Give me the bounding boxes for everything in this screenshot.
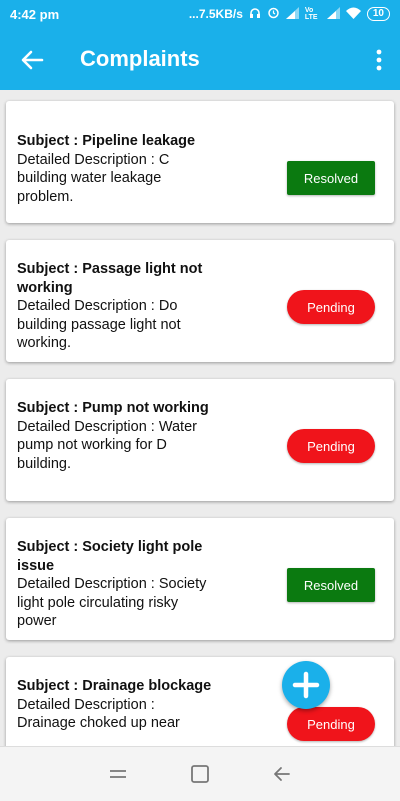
status-badge[interactable]: Resolved xyxy=(287,568,375,602)
signal-icon-2 xyxy=(326,6,340,22)
status-bar: 4:42 pm ...7.5KB/s Vo LTE 10 xyxy=(0,0,400,30)
complaint-subject: Subject : Pump not working xyxy=(17,400,209,416)
back-arrow-icon[interactable] xyxy=(18,46,46,74)
wifi-icon xyxy=(345,7,361,22)
complaint-card[interactable]: Subject : Passage light not working Deta… xyxy=(6,240,394,362)
recents-icon[interactable] xyxy=(107,763,129,785)
more-vert-icon[interactable] xyxy=(372,48,386,72)
add-icon xyxy=(292,671,320,699)
complaint-subject: Subject : Society light pole issue xyxy=(17,539,203,574)
status-icons: ...7.5KB/s Vo LTE 10 xyxy=(189,6,390,22)
complaint-description: Detailed Description : Society light pol… xyxy=(17,576,207,629)
status-time: 4:42 pm xyxy=(10,7,60,22)
complaint-description: Detailed Description : Drainage choked u… xyxy=(17,696,180,732)
network-speed: ...7.5KB/s xyxy=(188,7,243,21)
complaint-card[interactable]: Subject : Pipeline leakage Detailed Desc… xyxy=(6,101,394,223)
complaint-description: Detailed Description : C building water … xyxy=(17,151,170,205)
volte-label: Vo LTE xyxy=(304,7,318,21)
page-title: Complaints xyxy=(80,46,200,71)
signal-icon xyxy=(285,6,299,22)
home-icon[interactable] xyxy=(189,763,211,785)
status-badge[interactable]: Pending xyxy=(287,290,375,324)
nav-back-icon[interactable] xyxy=(271,763,293,785)
headset-icon xyxy=(249,7,261,22)
complaint-card[interactable]: Subject : Pump not working Detailed Desc… xyxy=(6,379,394,501)
add-complaint-button[interactable] xyxy=(282,661,330,709)
complaint-subject: Subject : Drainage blockage xyxy=(17,678,212,694)
status-badge[interactable]: Pending xyxy=(287,707,375,741)
alarm-icon xyxy=(267,6,280,22)
battery-level: 10 xyxy=(366,7,390,21)
status-badge[interactable]: Resolved xyxy=(287,161,375,195)
system-nav-bar xyxy=(0,746,400,801)
complaint-subject: Subject : Pipeline leakage xyxy=(17,133,196,149)
complaint-description: Detailed Description : Do building passa… xyxy=(17,298,181,351)
status-badge[interactable]: Pending xyxy=(287,429,375,463)
complaints-list[interactable]: Subject : Pipeline leakage Detailed Desc… xyxy=(0,90,400,746)
complaint-card[interactable]: Subject : Drainage blockage Detailed Des… xyxy=(6,657,394,746)
app-bar: Complaints xyxy=(0,30,400,90)
complaint-subject: Subject : Passage light not working xyxy=(17,261,203,296)
complaint-description: Detailed Description : Water pump not wo… xyxy=(17,418,197,472)
complaint-card[interactable]: Subject : Society light pole issue Detai… xyxy=(6,518,394,640)
